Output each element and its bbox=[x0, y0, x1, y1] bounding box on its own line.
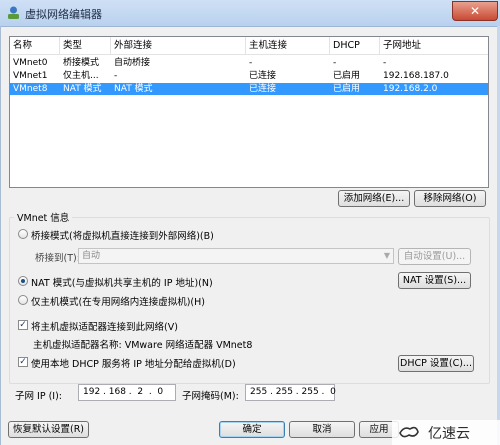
close-button[interactable]: ✕ bbox=[452, 1, 498, 21]
ok-button[interactable]: 确定 bbox=[219, 421, 285, 438]
cell-type: NAT 模式 bbox=[63, 84, 102, 94]
adapter-name-text: 主机虚拟适配器名称: VMware 网络适配器 VMnet8 bbox=[33, 340, 253, 351]
cell-subnet: - bbox=[383, 58, 387, 68]
column-header-subnet[interactable]: 子网地址 bbox=[380, 37, 488, 54]
restore-defaults-button[interactable]: 恢复默认设置(R) bbox=[8, 421, 89, 438]
cell-name: VMnet8 bbox=[13, 84, 48, 94]
bridged-to-label: 桥接到(T): bbox=[35, 253, 80, 264]
cell-dhcp: - bbox=[333, 58, 337, 68]
cancel-button[interactable]: 取消 bbox=[289, 421, 355, 438]
bridged-to-select[interactable]: 自动 ▼ bbox=[78, 248, 394, 264]
auto-settings-button[interactable]: 自动设置(U)... bbox=[398, 248, 471, 265]
watermark-logo-icon bbox=[399, 426, 419, 438]
nat-mode-label[interactable]: NAT 模式(与虚拟机共享主机的 IP 地址)(N) bbox=[31, 275, 213, 289]
cell-subnet: 192.168.2.0 bbox=[383, 84, 438, 94]
host-only-mode-label[interactable]: 仅主机模式(在专用网络内连接虚拟机)(H) bbox=[31, 294, 205, 308]
connect-adapter-checkbox[interactable]: ✓ bbox=[18, 320, 28, 330]
cell-name: VMnet1 bbox=[13, 71, 48, 81]
cell-name: VMnet0 bbox=[13, 58, 48, 68]
bridged-mode-radio[interactable] bbox=[18, 229, 28, 239]
vmnet-info-title: VMnet 信息 bbox=[14, 210, 73, 224]
subnet-mask-label: 子网掩码(M): bbox=[182, 391, 239, 402]
subnet-ip-label: 子网 IP (I): bbox=[15, 391, 62, 402]
network-editor-icon bbox=[8, 6, 19, 19]
watermark-text: 亿速云 bbox=[428, 426, 470, 442]
cell-subnet: 192.168.187.0 bbox=[383, 71, 449, 81]
column-header-type[interactable]: 类型 bbox=[60, 37, 111, 54]
cell-host: - bbox=[249, 58, 253, 68]
cell-host: 已连接 bbox=[249, 84, 277, 94]
use-dhcp-checkbox[interactable]: ✓ bbox=[18, 357, 28, 367]
cell-dhcp: 已启用 bbox=[333, 71, 361, 81]
cell-host: 已连接 bbox=[249, 71, 277, 81]
chevron-down-icon: ▼ bbox=[383, 251, 390, 260]
remove-network-button[interactable]: 移除网络(O) bbox=[414, 190, 486, 207]
host-only-mode-radio[interactable] bbox=[18, 295, 28, 305]
cell-external: - bbox=[114, 71, 118, 81]
column-header-external[interactable]: 外部连接 bbox=[111, 37, 246, 54]
subnet-ip-input[interactable]: 192 . 168 . 2 . 0 bbox=[78, 384, 176, 401]
cell-dhcp: 已启用 bbox=[333, 84, 361, 94]
network-table[interactable]: 名称 类型 外部连接 主机连接 DHCP 子网地址 VMnet0 桥接模式 自动… bbox=[9, 36, 489, 188]
cell-type: 仅主机... bbox=[63, 71, 99, 81]
window-title: 虚拟网络编辑器 bbox=[25, 8, 102, 21]
column-header-host[interactable]: 主机连接 bbox=[246, 37, 330, 54]
table-row[interactable]: VMnet0 桥接模式 自动桥接 - - - bbox=[10, 57, 488, 69]
bridged-to-value: 自动 bbox=[82, 251, 101, 261]
nat-mode-radio[interactable] bbox=[18, 276, 28, 286]
cell-external: NAT 模式 bbox=[114, 84, 153, 94]
table-row-selected[interactable]: VMnet8 NAT 模式 NAT 模式 已连接 已启用 192.168.2.0 bbox=[10, 83, 488, 95]
dhcp-settings-button[interactable]: DHCP 设置(C)... bbox=[398, 355, 474, 372]
bridged-mode-label[interactable]: 桥接模式(将虚拟机直接连接到外部网络)(B) bbox=[31, 228, 214, 242]
connect-adapter-label[interactable]: 将主机虚拟适配器连接到此网络(V) bbox=[31, 319, 178, 333]
subnet-mask-input[interactable]: 255 . 255 . 255 . 0 bbox=[245, 384, 336, 401]
cell-external: 自动桥接 bbox=[114, 58, 151, 68]
use-dhcp-label[interactable]: 使用本地 DHCP 服务将 IP 地址分配给虚拟机(D) bbox=[31, 356, 236, 370]
add-network-button[interactable]: 添加网络(E)... bbox=[338, 190, 410, 207]
table-row[interactable]: VMnet1 仅主机... - 已连接 已启用 192.168.187.0 bbox=[10, 70, 488, 82]
cell-type: 桥接模式 bbox=[63, 58, 100, 68]
column-header-name[interactable]: 名称 bbox=[10, 37, 60, 54]
column-header-dhcp[interactable]: DHCP bbox=[330, 37, 380, 54]
header-divider bbox=[10, 54, 488, 55]
nat-settings-button[interactable]: NAT 设置(S)... bbox=[398, 272, 471, 289]
